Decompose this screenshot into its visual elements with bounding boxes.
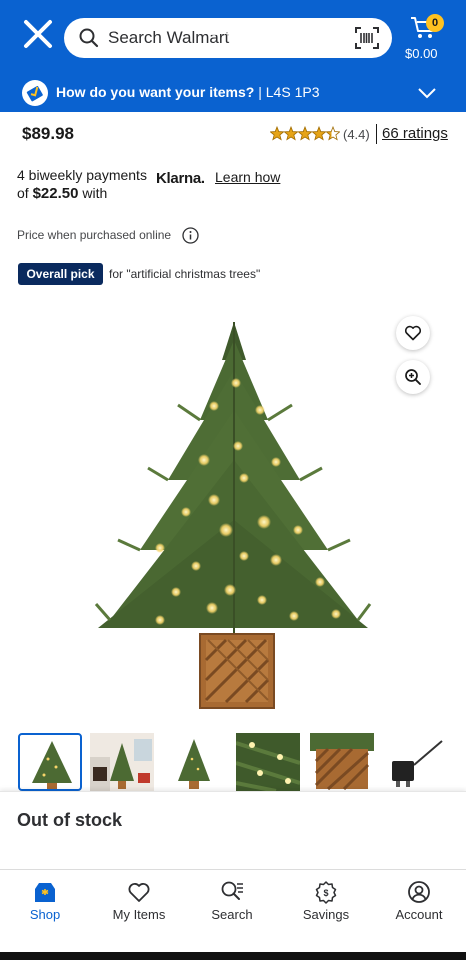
bottom-navigation: Shop My Items Search $ Savings Account xyxy=(0,869,466,960)
klarna-installments: 4 biweekly payments of $22.50 with xyxy=(17,166,157,203)
zoom-in-icon xyxy=(405,369,421,385)
thumbnail-2[interactable] xyxy=(90,733,154,791)
product-image[interactable] xyxy=(0,296,466,720)
nav-my-items[interactable]: My Items xyxy=(94,870,184,940)
nav-my-items-label: My Items xyxy=(112,907,166,922)
rating-divider xyxy=(376,124,377,144)
home-indicator xyxy=(0,952,466,960)
cart-button[interactable]: 0 $0.00 xyxy=(400,12,460,64)
star-icon xyxy=(270,126,285,141)
learn-how-link[interactable]: Learn how xyxy=(215,169,280,185)
klarna-with: with xyxy=(78,185,108,201)
availability-section: Out of stock xyxy=(0,791,466,869)
heart-icon xyxy=(404,325,422,341)
nav-shop[interactable]: Shop xyxy=(0,870,90,940)
rating-stars xyxy=(270,126,340,141)
thumbnail-5[interactable] xyxy=(310,733,374,791)
fulfillment-question: How do you want your items? xyxy=(56,84,255,100)
nav-shop-label: Shop xyxy=(29,907,61,922)
shop-icon xyxy=(35,883,55,902)
thumbnail-3[interactable] xyxy=(162,733,226,791)
badge-context: for "artificial christmas trees" xyxy=(109,267,261,281)
zoom-button[interactable] xyxy=(396,360,430,394)
wooden-planter xyxy=(199,633,275,709)
nav-search-label: Search xyxy=(211,907,253,922)
star-icon xyxy=(325,126,340,141)
out-of-stock-label: Out of stock xyxy=(17,810,123,830)
app-header: Search Walmart 1 of 6 0 $0.00 How do you… xyxy=(0,0,466,112)
ratings-link[interactable]: 66 ratings xyxy=(382,125,448,142)
chevron-down-icon[interactable] xyxy=(416,82,438,104)
fulfillment-text: How do you want your items? | L4S 1P3 xyxy=(56,84,320,100)
klarna-amount: $22.50 xyxy=(32,185,79,202)
star-icon xyxy=(311,126,327,141)
nav-savings[interactable]: $ Savings xyxy=(281,870,371,940)
account-icon xyxy=(408,881,430,903)
thumbnail-1[interactable] xyxy=(18,733,82,791)
thumbnail-4[interactable] xyxy=(236,733,300,791)
price-note: Price when purchased online xyxy=(17,228,172,242)
nav-savings-label: Savings xyxy=(302,907,350,922)
postal-code: | L4S 1P3 xyxy=(254,84,320,100)
fulfillment-selector[interactable]: How do you want your items? | L4S 1P3 xyxy=(0,76,466,112)
overall-pick-badge: Overall pick xyxy=(18,263,103,285)
cart-count-badge: 0 xyxy=(426,14,444,32)
nav-account-label: Account xyxy=(395,907,443,922)
klarna-logo: Klarna. xyxy=(156,170,205,187)
star-icon xyxy=(297,126,313,141)
info-icon[interactable] xyxy=(182,227,199,244)
thumbnail-6[interactable] xyxy=(384,733,448,791)
svg-text:$: $ xyxy=(323,888,328,898)
header-top-row: Search Walmart 1 of 6 0 $0.00 xyxy=(0,0,466,76)
close-icon[interactable] xyxy=(20,16,56,52)
product-price: $89.98 xyxy=(22,124,74,143)
favorite-button[interactable] xyxy=(396,316,430,350)
rating-value: (4.4) xyxy=(343,127,370,142)
barcode-scan-icon[interactable] xyxy=(354,26,380,50)
search-list-icon xyxy=(221,881,243,900)
search-icon xyxy=(79,28,99,48)
image-counter: 1 of 6 xyxy=(210,20,253,39)
fulfillment-icon xyxy=(22,80,48,106)
star-icon xyxy=(283,126,299,141)
savings-icon: $ xyxy=(315,881,337,904)
nav-account[interactable]: Account xyxy=(374,870,464,940)
nav-search[interactable]: Search xyxy=(187,870,277,940)
cart-total: $0.00 xyxy=(405,46,438,61)
image-thumbnails xyxy=(0,733,466,793)
heart-icon xyxy=(128,883,150,902)
